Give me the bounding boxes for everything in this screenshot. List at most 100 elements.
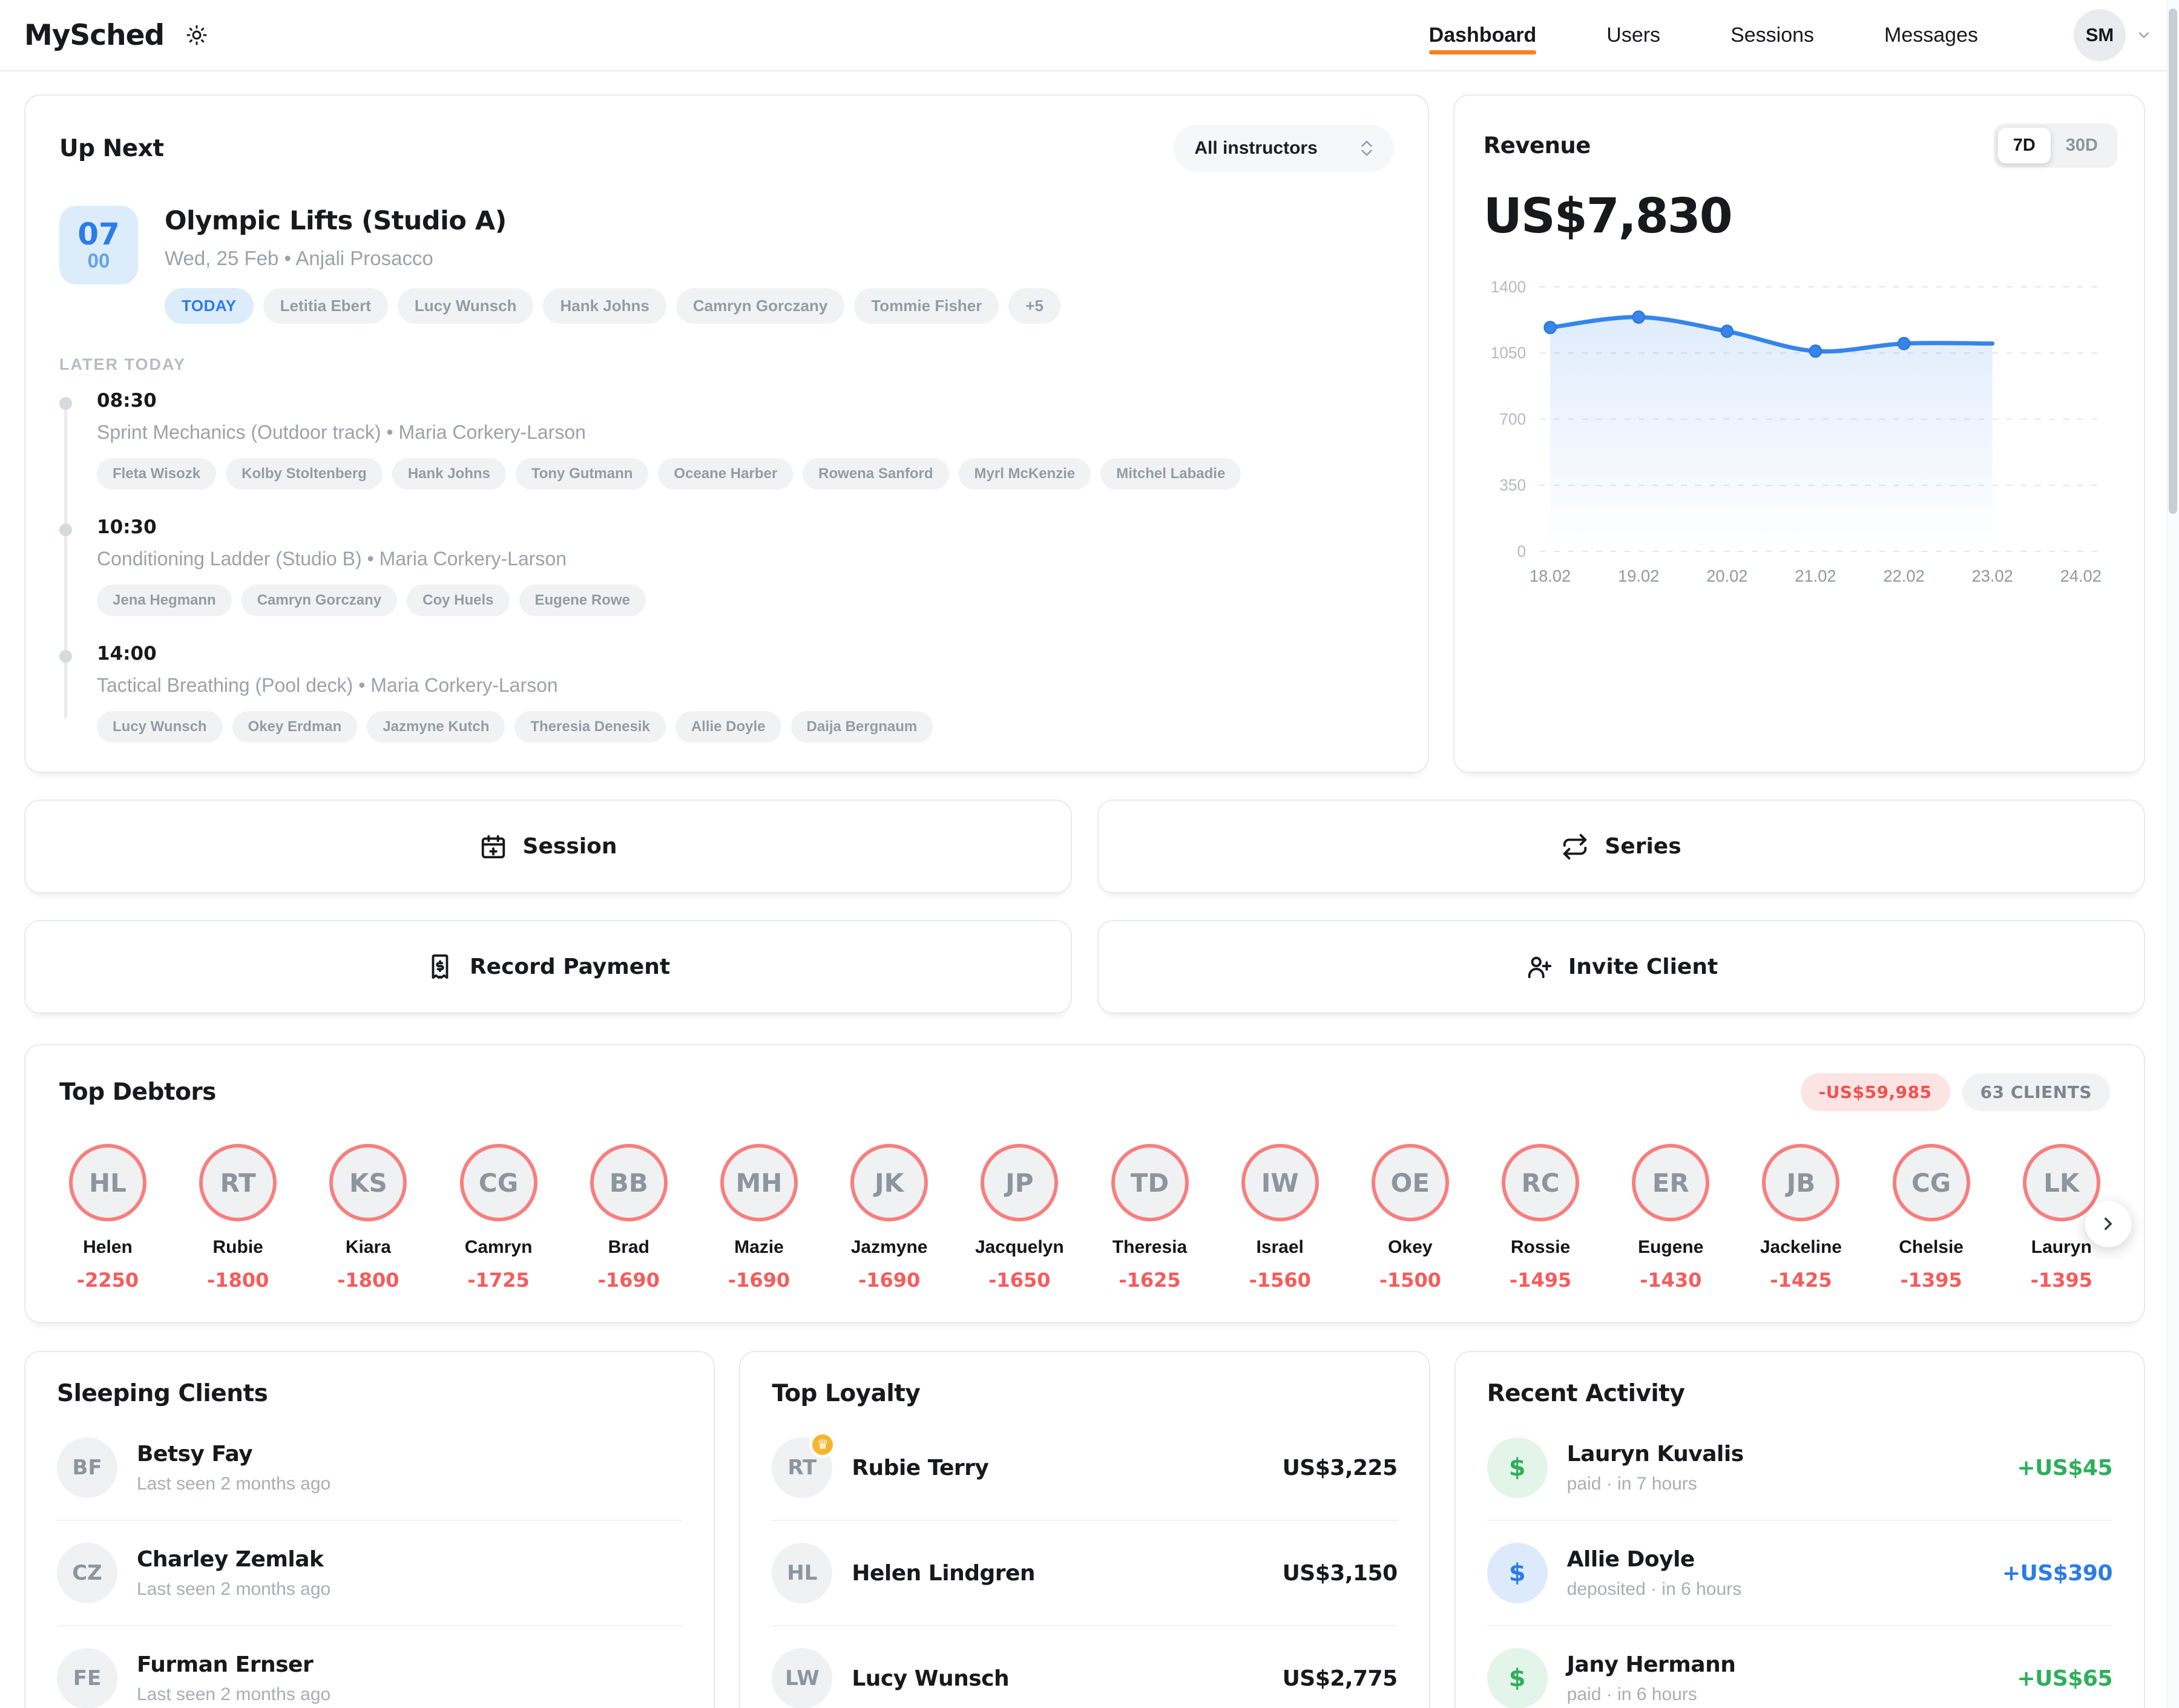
loyalty-row[interactable]: LW Lucy Wunsch US$2,775 [772, 1626, 1397, 1708]
top-debtors-card: Top Debtors -US$59,985 63 CLIENTS HL Hel… [24, 1044, 2145, 1323]
sleeping-client-row[interactable]: BF Betsy Fay Last seen 2 months ago [57, 1416, 682, 1521]
activity-row[interactable]: $ Lauryn Kuvalis paid · in 7 hours +US$4… [1487, 1416, 2112, 1521]
svg-text:22.02: 22.02 [1883, 567, 1924, 585]
later-today-label: LATER TODAY [59, 355, 1394, 374]
client-name: Betsy Fay [137, 1442, 682, 1467]
client-last-seen: Last seen 2 months ago [137, 1579, 682, 1600]
revenue-chart: 03507001050140018.0219.0220.0221.0222.02… [1484, 272, 2117, 755]
activity-detail: paid · in 7 hours [1567, 1474, 1998, 1494]
activity-row[interactable]: $ Jany Hermann paid · in 6 hours +US$65 [1487, 1626, 2112, 1708]
loyalty-row[interactable]: HL Helen Lindgren US$3,150 [772, 1521, 1397, 1626]
debtor-item[interactable]: CG Chelsie -1395 [1883, 1144, 1980, 1292]
activity-amount: +US$45 [2017, 1456, 2112, 1480]
avatar-initials: KS [349, 1168, 387, 1198]
theme-toggle-button[interactable] [181, 19, 212, 51]
avatar: TD [1111, 1144, 1189, 1221]
debtors-scroll-right-button[interactable] [2085, 1200, 2132, 1247]
scrollbar-thumb[interactable] [2169, 8, 2177, 514]
timeline-dot [59, 524, 72, 536]
debtor-item[interactable]: ER Eugene -1430 [1622, 1144, 1719, 1292]
invite-client-button[interactable]: Invite Client [1097, 920, 2145, 1014]
debtor-item[interactable]: TD Theresia -1625 [1102, 1144, 1198, 1292]
loyalty-row[interactable]: RT♛ Rubie Terry US$3,225 [772, 1416, 1397, 1521]
client-name: Lauryn Kuvalis [1567, 1442, 1998, 1467]
later-today-list: 08:30 Sprint Mechanics (Outdoor track) •… [59, 390, 1394, 743]
debtor-item[interactable]: MH Mazie -1690 [711, 1144, 807, 1292]
debtor-name: Israel [1232, 1237, 1329, 1258]
avatar-initials: JB [1787, 1168, 1816, 1198]
session-subtitle: Wed, 25 Feb • Anjali Prosacco [165, 247, 1060, 270]
debtor-item[interactable]: RT Rubie -1800 [189, 1144, 286, 1292]
range-7d-button[interactable]: 7D [1998, 128, 2051, 163]
debtor-name: Okey [1362, 1237, 1459, 1258]
attendee-tag: Camryn Gorczany [676, 288, 845, 324]
top-loyalty-list: RT♛ Rubie Terry US$3,225 HL Helen Lindgr… [772, 1416, 1397, 1708]
receipt-dollar-icon [426, 953, 454, 981]
nav-item[interactable]: Dashboard [1429, 7, 1537, 64]
debtor-item[interactable]: OE Okey -1500 [1362, 1144, 1459, 1292]
revenue-total: US$7,830 [1484, 188, 2117, 244]
revenue-title: Revenue [1484, 133, 1591, 159]
new-session-button[interactable]: Session [24, 800, 1072, 893]
later-session[interactable]: 10:30 Conditioning Ladder (Studio B) • M… [59, 516, 1394, 616]
up-next-title: Up Next [59, 135, 164, 162]
later-session[interactable]: 08:30 Sprint Mechanics (Outdoor track) •… [59, 390, 1394, 490]
app-logo: MySched [24, 19, 164, 52]
attendee-tag: Tony Gutmann [516, 458, 649, 490]
activity-row[interactable]: $ Allie Doyle deposited · in 6 hours +US… [1487, 1521, 2112, 1626]
crown-badge-icon: ♛ [809, 1431, 836, 1458]
attendee-tag: Fleta Wisozk [97, 458, 216, 490]
avatar: CG [1893, 1144, 1970, 1221]
nav-item[interactable]: Users [1606, 7, 1660, 64]
svg-text:21.02: 21.02 [1795, 567, 1836, 585]
avatar-initials: TD [1131, 1168, 1169, 1198]
debtor-item[interactable]: IW Israel -1560 [1232, 1144, 1329, 1292]
debtor-item[interactable]: KS Kiara -1800 [320, 1144, 416, 1292]
debtor-item[interactable]: JB Jackeline -1425 [1752, 1144, 1849, 1292]
session-hour: 07 [77, 218, 120, 251]
svg-text:23.02: 23.02 [1971, 567, 2013, 585]
sun-icon [186, 24, 208, 46]
avatar-initials: JP [1005, 1168, 1033, 1198]
page-scrollbar[interactable] [2167, 0, 2179, 1708]
nav-item[interactable]: Sessions [1730, 7, 1814, 64]
next-session[interactable]: 07 00 Olympic Lifts (Studio A) Wed, 25 F… [59, 206, 1394, 324]
avatar-initials: HL [89, 1168, 127, 1198]
debtor-item[interactable]: RC Rossie -1495 [1492, 1144, 1589, 1292]
sleeping-client-row[interactable]: CZ Charley Zemlak Last seen 2 months ago [57, 1521, 682, 1626]
debtor-name: Kiara [320, 1237, 416, 1258]
avatar-initials: HL [787, 1561, 817, 1585]
attendee-tag: Hank Johns [392, 458, 506, 490]
activity-detail: deposited · in 6 hours [1567, 1579, 1983, 1600]
timeline-dot [59, 397, 72, 410]
debtor-item[interactable]: CG Camryn -1725 [450, 1144, 547, 1292]
new-series-button[interactable]: Series [1097, 800, 2145, 893]
debtor-item[interactable]: HL Helen -2250 [59, 1144, 156, 1292]
avatar: RC [1502, 1144, 1579, 1221]
attendee-tag: Mitchel Labadie [1100, 458, 1241, 490]
attendee-tag: Theresia Denesik [514, 711, 665, 743]
debtor-amount: -1395 [1883, 1269, 1980, 1292]
instructor-filter-select[interactable]: All instructors [1174, 125, 1393, 172]
debtor-amount: -1725 [450, 1269, 547, 1292]
debtor-item[interactable]: JK Jazmyne -1690 [841, 1144, 938, 1292]
revenue-card: Revenue 7D 30D US$7,830 0350700105014001… [1453, 94, 2145, 773]
later-session[interactable]: 14:00 Tactical Breathing (Pool deck) • M… [59, 643, 1394, 743]
debtor-name: Rubie [189, 1237, 286, 1258]
client-name: Jany Hermann [1567, 1652, 1998, 1677]
nav-item[interactable]: Messages [1884, 7, 1978, 64]
range-30d-button[interactable]: 30D [2051, 128, 2113, 163]
avatar: RT♛ [772, 1437, 832, 1498]
avatar-initials: FE [73, 1666, 101, 1690]
avatar: OE [1372, 1144, 1449, 1221]
avatar: JB [1762, 1144, 1839, 1221]
sleeping-client-row[interactable]: FE Furman Ernser Last seen 2 months ago [57, 1626, 682, 1708]
svg-text:20.02: 20.02 [1706, 567, 1747, 585]
svg-text:1400: 1400 [1490, 278, 1525, 296]
attendee-tag: Rowena Sanford [803, 458, 948, 490]
debtor-item[interactable]: BB Brad -1690 [580, 1144, 677, 1292]
debtor-item[interactable]: JP Jacquelyn -1650 [971, 1144, 1068, 1292]
account-menu[interactable]: SM [2074, 9, 2152, 61]
record-payment-button[interactable]: Record Payment [24, 920, 1072, 1014]
debtor-name: Theresia [1102, 1237, 1198, 1258]
